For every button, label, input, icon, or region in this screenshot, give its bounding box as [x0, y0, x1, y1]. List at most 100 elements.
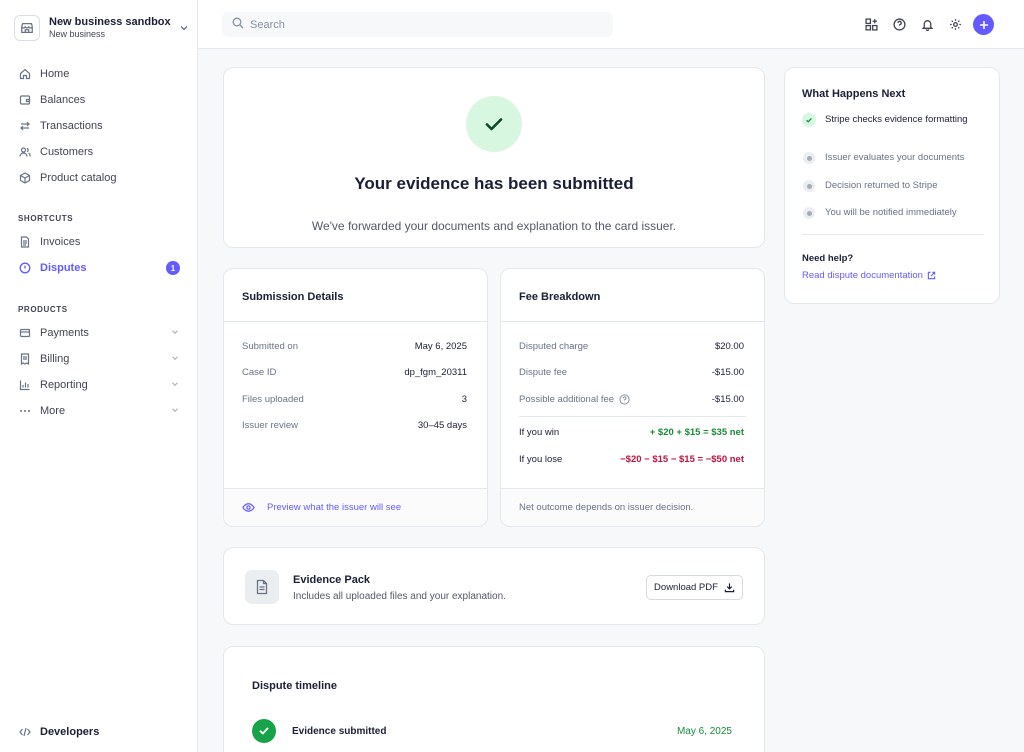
bell-icon[interactable] — [919, 17, 935, 33]
search-bar[interactable] — [222, 12, 613, 37]
outcome-value-win: + $20 + $15 = $35 net — [649, 427, 744, 439]
check-icon — [802, 113, 816, 127]
store-icon — [14, 15, 40, 41]
file-icon — [245, 570, 279, 604]
sidebar-item-billing[interactable]: Billing — [0, 346, 198, 372]
sidebar-item-invoices[interactable]: Invoices — [0, 229, 198, 255]
nav-section-heading: SHORTCUTS — [18, 214, 74, 223]
download-icon — [724, 582, 735, 593]
next-step-text: Issuer evaluates your documents — [825, 152, 965, 163]
next-step: You will be notified immediately — [802, 206, 987, 220]
sidebar-item-more[interactable]: More — [0, 398, 198, 424]
card-title: Fee Breakdown — [501, 269, 764, 322]
detail-key: Files uploaded — [242, 393, 304, 405]
account-switcher[interactable]: New business sandbox New business — [14, 12, 190, 44]
sidebar-item-reporting[interactable]: Reporting — [0, 372, 198, 398]
sidebar-item-label: Invoices — [40, 236, 81, 248]
check-icon — [252, 719, 276, 743]
card-footer: Net outcome depends on issuer decision. — [501, 488, 764, 526]
what-happens-next-card: What Happens Next Stripe checks evidence… — [784, 67, 1000, 304]
fee-value: $20.00 — [714, 340, 744, 352]
outcome-key: If you lose — [519, 453, 563, 465]
sidebar-item-developers[interactable]: Developers — [0, 719, 198, 745]
gear-icon[interactable] — [947, 17, 963, 33]
timeline-title: Dispute timeline — [252, 680, 337, 692]
sidebar-item-product-catalog[interactable]: Product catalog — [0, 165, 198, 191]
alert-circle-icon — [18, 262, 31, 275]
next-step-text: Decision returned to Stripe — [825, 180, 938, 191]
check-icon — [466, 96, 522, 152]
arrows-icon — [18, 120, 31, 133]
create-button[interactable] — [973, 14, 994, 35]
sidebar-item-label: Home — [40, 68, 70, 80]
submission-details-card: Submission Details Submitted on May 6, 20… — [223, 268, 488, 527]
preview-issuer-link-label: Preview what the issuer will see — [267, 502, 402, 513]
next-step: Issuer evaluates your documents — [802, 151, 987, 165]
outcome-value-lose: −$20 − $15 − $15 = −$50 net — [620, 453, 744, 465]
apps-icon[interactable] — [863, 17, 879, 33]
card-title: What Happens Next — [802, 88, 906, 100]
document-icon — [18, 236, 31, 249]
card-title: Submission Details — [224, 269, 487, 322]
detail-key: Case ID — [242, 367, 277, 379]
detail-key: Issuer review — [242, 420, 298, 432]
account-name: New business sandbox — [49, 16, 171, 28]
page-title: Your evidence has been submitted — [354, 174, 634, 193]
download-pdf-button[interactable]: Download PDF — [646, 575, 743, 600]
card-icon — [18, 327, 31, 340]
chevron-down-icon[interactable] — [170, 379, 180, 392]
detail-value: 3 — [461, 393, 467, 405]
timeline-item: Evidence submitted May 6, 2025 — [252, 719, 732, 743]
detail-row: Issuer review 30–45 days — [224, 413, 487, 440]
dispute-docs-link[interactable]: Read dispute documentation — [802, 270, 936, 281]
sidebar-item-label: Disputes — [40, 262, 87, 274]
sidebar: New business sandbox New business Home B… — [0, 0, 198, 752]
ellipsis-icon — [18, 405, 31, 418]
detail-key: Submitted on — [242, 340, 298, 352]
next-step-text: You will be notified immediately — [825, 207, 957, 218]
outcome-key: If you win — [519, 427, 560, 439]
sidebar-item-disputes[interactable]: Disputes 1 — [0, 255, 198, 281]
detail-value: dp_fgm_20311 — [404, 367, 467, 379]
sidebar-item-balances[interactable]: Balances — [0, 87, 198, 113]
chevron-down-icon[interactable] — [170, 405, 180, 418]
nav-section-heading: PRODUCTS — [18, 305, 68, 314]
evidence-pack-title: Evidence Pack — [293, 574, 371, 586]
sidebar-item-home[interactable]: Home — [0, 61, 198, 87]
page-subtitle: We've forwarded your documents and expla… — [311, 219, 677, 233]
sidebar-item-customers[interactable]: Customers — [0, 139, 198, 165]
box-icon — [18, 172, 31, 185]
preview-issuer-link[interactable]: Preview what the issuer will see — [242, 501, 401, 514]
sidebar-item-label: Product catalog — [40, 172, 117, 184]
sidebar-item-label: Balances — [40, 94, 86, 106]
sidebar-item-payments[interactable]: Payments — [0, 320, 198, 346]
download-pdf-label: Download PDF — [654, 582, 718, 593]
sidebar-item-transactions[interactable]: Transactions — [0, 113, 198, 139]
detail-row: Case ID dp_fgm_20311 — [224, 360, 487, 387]
detail-value: 30–45 days — [417, 420, 467, 432]
sidebar-item-label: Payments — [40, 327, 89, 339]
help-icon[interactable] — [891, 17, 907, 33]
sidebar-item-label: Billing — [40, 353, 70, 365]
next-step: Decision returned to Stripe — [802, 179, 987, 193]
help-title: Need help? — [802, 253, 854, 264]
account-subtitle: New business — [49, 29, 106, 39]
dispute-timeline-card: Dispute timeline Evidence submitted May … — [223, 646, 765, 752]
pending-dot-icon — [803, 152, 815, 164]
submission-confirmation-card: Your evidence has been submitted We've f… — [223, 67, 765, 248]
divider — [519, 415, 746, 417]
users-icon — [18, 146, 31, 159]
sidebar-item-label: Developers — [40, 726, 100, 738]
help-icon[interactable] — [619, 394, 630, 405]
detail-row: Submitted on May 6, 2025 — [224, 333, 487, 360]
search-input[interactable] — [250, 18, 590, 31]
fee-key: Disputed charge — [519, 340, 589, 352]
receipt-icon — [18, 353, 31, 366]
chevron-down-icon[interactable] — [170, 353, 180, 366]
disputes-count-badge: 1 — [166, 261, 180, 275]
bar-chart-icon — [18, 379, 31, 392]
dispute-docs-link-label: Read dispute documentation — [802, 270, 923, 281]
chevron-down-icon[interactable] — [170, 327, 180, 340]
sidebar-item-label: Customers — [40, 146, 94, 158]
next-step-text: Stripe checks evidence formatting — [825, 114, 968, 125]
